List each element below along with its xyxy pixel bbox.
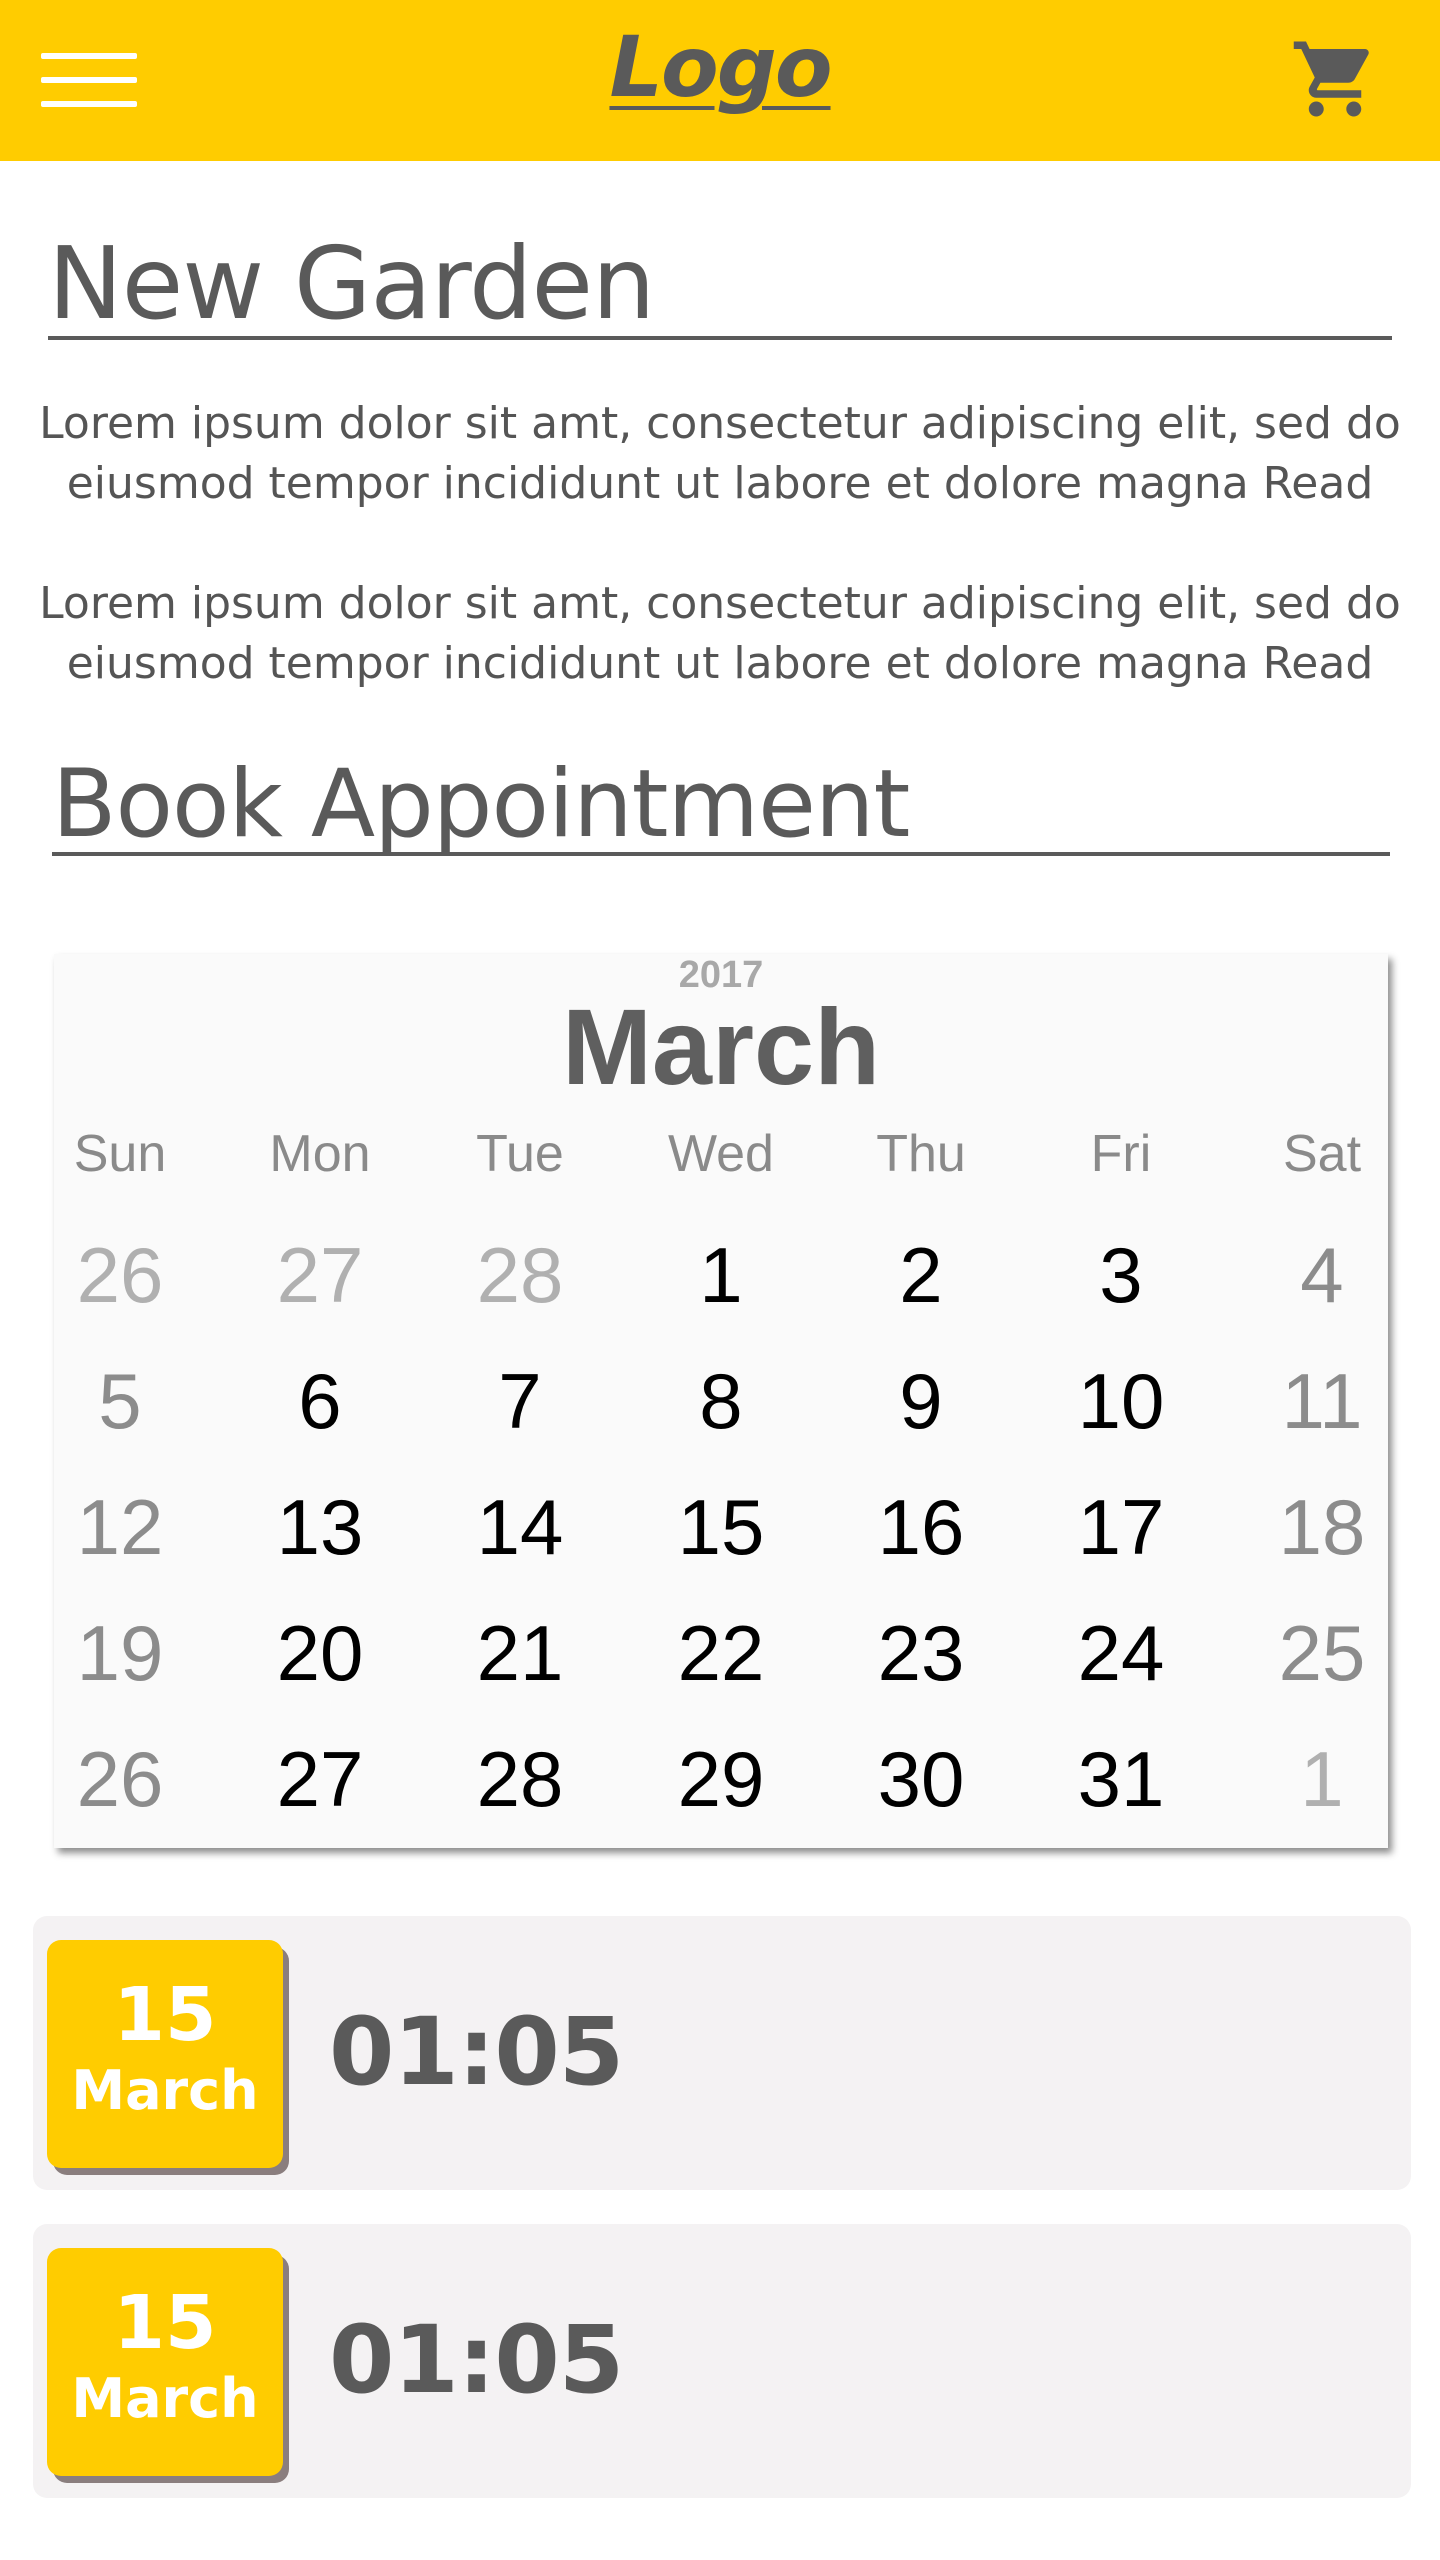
badge-day: 15: [113, 2280, 217, 2366]
badge-month: March: [71, 2059, 259, 2122]
calendar-day[interactable]: 23: [821, 1608, 1021, 1698]
paragraph-line: eiusmod tempor incididunt ut labore et d…: [66, 458, 1374, 509]
calendar-day[interactable]: 11: [1222, 1356, 1422, 1446]
weekday-label: Fri: [1090, 1125, 1152, 1183]
calendar-day[interactable]: 1: [621, 1230, 821, 1320]
calendar-day[interactable]: 6: [220, 1356, 420, 1446]
calendar-day[interactable]: 19: [20, 1608, 220, 1698]
calendar-day[interactable]: 16: [821, 1482, 1021, 1572]
weekday-label: Thu: [876, 1125, 966, 1183]
calendar-day[interactable]: 20: [220, 1608, 420, 1698]
calendar-day-other-month[interactable]: 26: [20, 1230, 220, 1320]
calendar-day[interactable]: 17: [1021, 1482, 1221, 1572]
calendar-day[interactable]: 4: [1222, 1230, 1422, 1320]
logo[interactable]: Logo: [0, 18, 1440, 116]
appointment-card[interactable]: 15 March 01:05: [33, 2224, 1411, 2498]
calendar-day-other-month[interactable]: 27: [220, 1230, 420, 1320]
calendar-month: March: [561, 986, 881, 1107]
calendar-day[interactable]: 26: [20, 1734, 220, 1824]
appointment-time: 01:05: [329, 2306, 624, 2415]
calendar-day[interactable]: 30: [821, 1734, 1021, 1824]
section-divider: [52, 852, 1390, 856]
calendar-day[interactable]: 2: [821, 1230, 1021, 1320]
calendar-day-other-month[interactable]: 28: [420, 1230, 620, 1320]
calendar-day[interactable]: 7: [420, 1356, 620, 1446]
calendar-day[interactable]: 13: [220, 1482, 420, 1572]
calendar-day[interactable]: 21: [420, 1608, 620, 1698]
weekday-label: Mon: [269, 1125, 371, 1183]
calendar-day[interactable]: 18: [1222, 1482, 1422, 1572]
appointment-card[interactable]: 15 March 01:05: [33, 1916, 1411, 2190]
weekday-label: Tue: [476, 1125, 564, 1183]
date-badge: 15 March: [47, 2248, 283, 2476]
calendar-day[interactable]: 10: [1021, 1356, 1221, 1446]
paragraph-line: Lorem ipsum dolor sit amt, consectetur a…: [39, 398, 1401, 449]
paragraph-line: eiusmod tempor incididunt ut labore et d…: [66, 638, 1374, 689]
calendar-day[interactable]: 12: [20, 1482, 220, 1572]
title-divider: [48, 336, 1392, 340]
calendar-day[interactable]: 25: [1222, 1608, 1422, 1698]
calendar-day[interactable]: 28: [420, 1734, 620, 1824]
shopping-cart-icon[interactable]: [1290, 34, 1380, 124]
paragraph-line: Lorem ipsum dolor sit amt, consectetur a…: [39, 578, 1401, 629]
calendar-day[interactable]: 15: [621, 1482, 821, 1572]
weekday-label: Wed: [668, 1125, 774, 1183]
calendar-day[interactable]: 9: [821, 1356, 1021, 1446]
calendar-day[interactable]: 14: [420, 1482, 620, 1572]
section-heading: Book Appointment: [52, 750, 910, 859]
calendar-day[interactable]: 3: [1021, 1230, 1221, 1320]
weekday-label: Sat: [1282, 1125, 1362, 1183]
calendar-day-other-month[interactable]: 1: [1222, 1734, 1422, 1824]
calendar-day[interactable]: 29: [621, 1734, 821, 1824]
calendar-day[interactable]: 27: [220, 1734, 420, 1824]
calendar: 2017 March Sun Mon Tue Wed Thu Fri Sat 26 27 28 1 2…: [54, 954, 1388, 1848]
calendar-day[interactable]: 8: [621, 1356, 821, 1446]
badge-day: 15: [113, 1972, 217, 2058]
intro-paragraph: Lorem ipsum dolor sit amt, consectetur a…: [30, 394, 1410, 514]
weekday-label: Sun: [73, 1125, 167, 1183]
calendar-day[interactable]: 31: [1021, 1734, 1221, 1824]
appointment-time: 01:05: [329, 1998, 624, 2107]
intro-paragraph: Lorem ipsum dolor sit amt, consectetur a…: [30, 574, 1410, 694]
badge-month: March: [71, 2367, 259, 2430]
top-bar: Logo: [0, 0, 1440, 161]
calendar-day[interactable]: 24: [1021, 1608, 1221, 1698]
calendar-day[interactable]: 22: [621, 1608, 821, 1698]
calendar-day[interactable]: 5: [20, 1356, 220, 1446]
page-title: New Garden: [48, 225, 655, 342]
date-badge: 15 March: [47, 1940, 283, 2168]
